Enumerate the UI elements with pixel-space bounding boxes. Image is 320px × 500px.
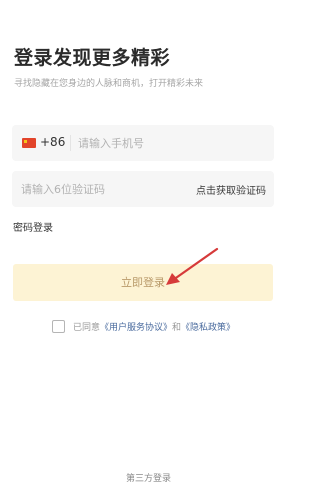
verification-code-field: 点击获取验证码	[12, 171, 274, 207]
password-login-link[interactable]: 密码登录	[13, 219, 53, 234]
phone-field: +86	[12, 125, 274, 161]
verification-code-input[interactable]	[21, 171, 171, 207]
third-party-login-label: 第三方登录	[125, 474, 171, 484]
china-flag-icon	[22, 138, 36, 148]
user-service-agreement-link[interactable]: 《用户服务协议》	[100, 320, 172, 333]
field-divider	[70, 135, 71, 151]
agreement-and: 和	[172, 322, 182, 333]
country-code-selector[interactable]: +86	[40, 135, 65, 149]
page-title: 登录发现更多精彩	[14, 47, 171, 69]
agreement-row: 已同意 《用户服务协议》 和 《隐私政策》	[52, 318, 235, 334]
agreement-checkbox[interactable]	[52, 319, 65, 333]
login-button[interactable]: 立即登录	[13, 264, 273, 301]
agreement-prefix: 已同意	[73, 322, 101, 333]
privacy-policy-link[interactable]: 《隐私政策》	[181, 320, 235, 333]
get-code-button[interactable]: 点击获取验证码	[196, 182, 266, 197]
page-subtitle: 寻找隐藏在您身边的人脉和商机，打开精彩未来	[14, 79, 204, 89]
login-button-label: 立即登录	[121, 276, 165, 289]
phone-input[interactable]	[78, 125, 258, 161]
